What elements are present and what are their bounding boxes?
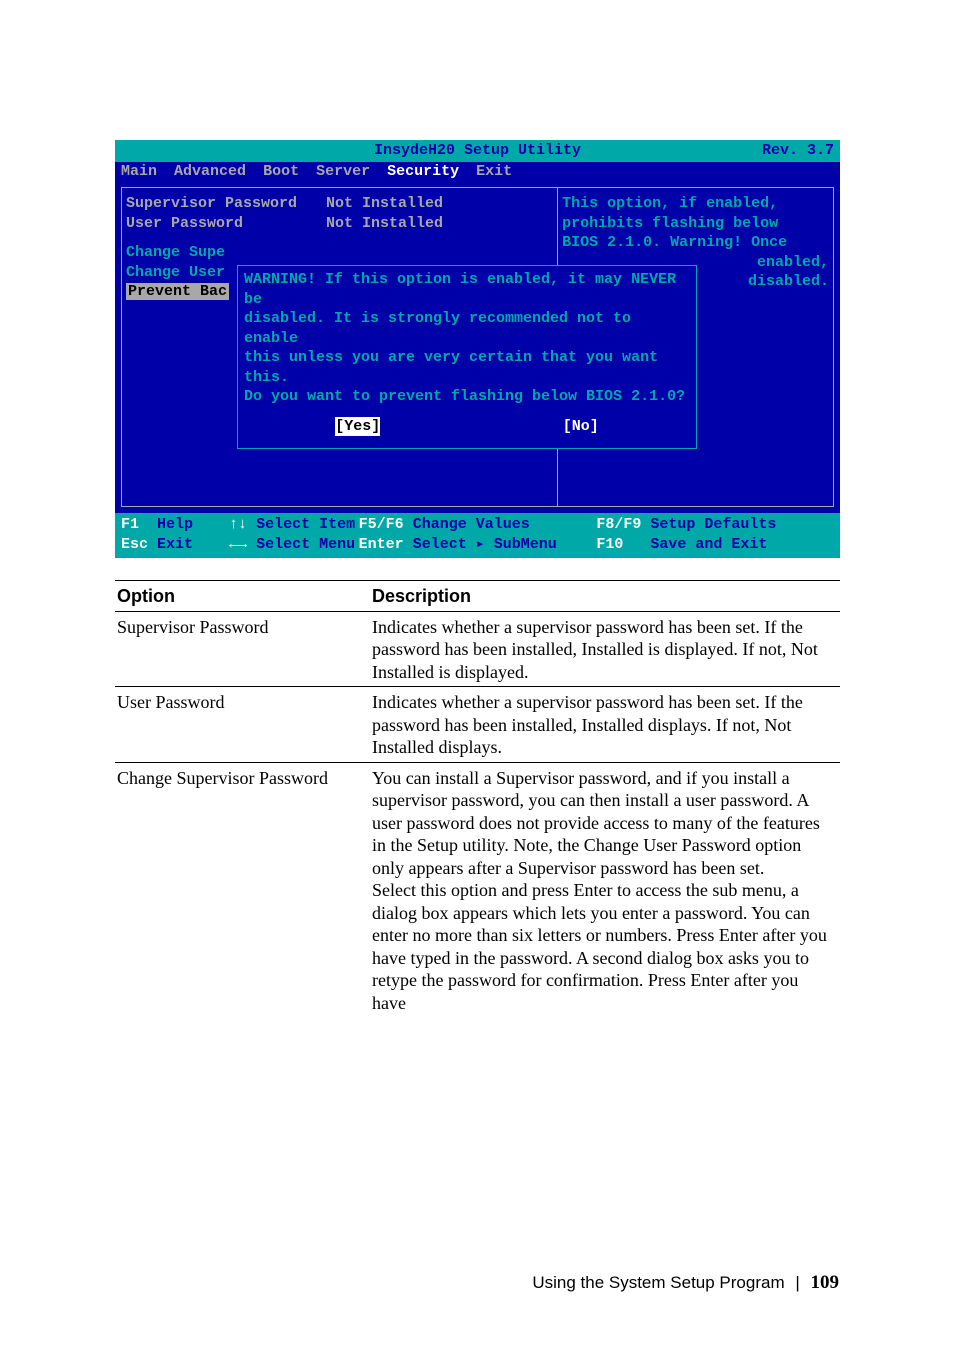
tab-exit[interactable]: Exit xyxy=(476,163,512,180)
tab-server[interactable]: Server xyxy=(316,163,370,180)
bios-body: Supervisor Password Not Installed User P… xyxy=(115,181,840,513)
dialog-text: WARNING! If this option is enabled, it m… xyxy=(244,270,690,309)
footer-defaults: F8/F9 Setup Defaults xyxy=(596,515,834,535)
description-cell: Indicates whether a supervisor password … xyxy=(370,611,840,687)
field-user-password: User Password Not Installed xyxy=(126,214,553,234)
page-number: 109 xyxy=(811,1272,840,1293)
field-label: User Password xyxy=(126,214,326,234)
description-cell: You can install a Supervisor password, a… xyxy=(370,762,840,1017)
footer-submenu: Enter Select ▸ SubMenu xyxy=(359,535,597,555)
field-value: Not Installed xyxy=(326,214,443,234)
section-title: Using the System Setup Program xyxy=(532,1273,784,1292)
bios-tab-bar: Main Advanced Boot Server Security Exit xyxy=(115,162,840,182)
tab-advanced[interactable]: Advanced xyxy=(174,163,246,180)
table-header-option: Option xyxy=(115,581,370,612)
tab-main[interactable]: Main xyxy=(121,163,157,180)
menu-prevent-flashing[interactable]: Prevent Bac xyxy=(126,283,229,300)
option-cell: Change Supervisor Password xyxy=(115,762,370,1017)
bios-screen: InsydeH20 Setup Utility Rev. 3.7 Main Ad… xyxy=(115,140,840,558)
bios-revision: Rev. 3.7 xyxy=(762,141,834,161)
options-table: Option Description Supervisor Password I… xyxy=(115,580,840,1017)
bios-footer: F1 Help ↑↓ Select Item F5/F6 Change Valu… xyxy=(115,513,840,558)
footer-change: F5/F6 Change Values xyxy=(359,515,597,535)
dialog-yes-button[interactable]: [Yes] xyxy=(335,417,380,437)
page-footer: Using the System Setup Program | 109 xyxy=(532,1272,839,1294)
tab-boot[interactable]: Boot xyxy=(263,163,299,180)
confirm-dialog: WARNING! If this option is enabled, it m… xyxy=(237,265,697,449)
bios-left-pane: Supervisor Password Not Installed User P… xyxy=(121,187,558,507)
footer-help: F1 Help ↑↓ Select Item xyxy=(121,515,359,535)
separator: | xyxy=(795,1273,799,1292)
table-header-description: Description xyxy=(370,581,840,612)
help-text: BIOS 2.1.0. Warning! Once xyxy=(562,233,829,253)
table-row: Change Supervisor Password You can insta… xyxy=(115,762,840,1017)
footer-save: F10 Save and Exit xyxy=(596,535,834,555)
bios-title: InsydeH20 Setup Utility xyxy=(115,141,840,161)
field-value: Not Installed xyxy=(326,194,443,214)
help-text: prohibits flashing below xyxy=(562,214,829,234)
option-cell: Supervisor Password xyxy=(115,611,370,687)
dialog-text: Do you want to prevent flashing below BI… xyxy=(244,387,690,407)
help-text: This option, if enabled, xyxy=(562,194,829,214)
dialog-text: disabled. It is strongly recommended not… xyxy=(244,309,690,348)
field-label: Supervisor Password xyxy=(126,194,326,214)
menu-change-supervisor[interactable]: Change Supe xyxy=(126,243,553,263)
option-cell: User Password xyxy=(115,687,370,763)
dialog-text: this unless you are very certain that yo… xyxy=(244,348,690,387)
field-supervisor-password: Supervisor Password Not Installed xyxy=(126,194,553,214)
table-row: User Password Indicates whether a superv… xyxy=(115,687,840,763)
footer-exit: Esc Exit ←→ Select Menu xyxy=(121,535,359,555)
tab-security[interactable]: Security xyxy=(387,163,459,180)
dialog-no-button[interactable]: [No] xyxy=(563,417,599,437)
table-row: Supervisor Password Indicates whether a … xyxy=(115,611,840,687)
bios-title-bar: InsydeH20 Setup Utility Rev. 3.7 xyxy=(115,140,840,162)
description-cell: Indicates whether a supervisor password … xyxy=(370,687,840,763)
